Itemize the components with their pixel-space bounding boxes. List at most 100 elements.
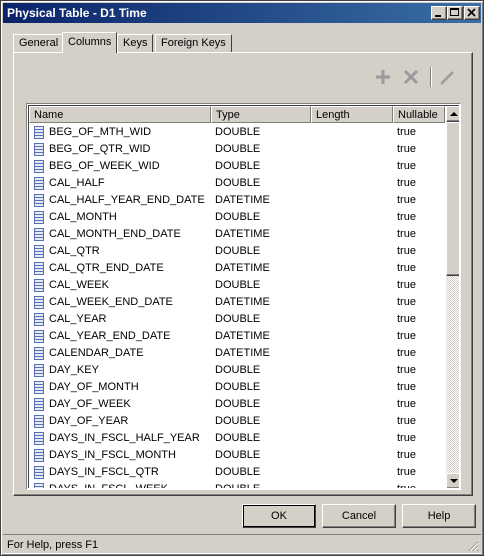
columns-grid[interactable]: Name Type Length Nullable BEG_OF_MTH_WID… — [26, 103, 461, 490]
table-row[interactable]: CAL_WEEK_END_DATE DATETIME true — [29, 294, 445, 311]
cell-type: DATETIME — [215, 228, 270, 240]
tab-columns[interactable]: Columns — [62, 32, 118, 53]
header-nullable[interactable]: Nullable — [393, 106, 445, 123]
cell-nullable: true — [397, 262, 416, 274]
ok-button[interactable]: OK — [242, 504, 316, 528]
status-bar: For Help, press F1 — [3, 534, 481, 554]
table-row[interactable]: DAYS_IN_FSCL_WEEK DOUBLE true — [29, 481, 445, 488]
cell-nullable: true — [397, 228, 416, 240]
table-row[interactable]: CAL_YEAR_END_DATE DATETIME true — [29, 328, 445, 345]
column-icon — [34, 296, 44, 309]
tab-keys[interactable]: Keys — [117, 34, 154, 52]
cell-name: CAL_QTR_END_DATE — [49, 262, 164, 274]
table-row[interactable]: CAL_MONTH DOUBLE true — [29, 209, 445, 226]
cell-name: DAYS_IN_FSCL_WEEK — [49, 483, 209, 488]
cell-nullable: true — [397, 194, 416, 206]
cell-type: DOUBLE — [215, 415, 261, 427]
table-row[interactable]: CAL_HALF DOUBLE true — [29, 175, 445, 192]
resize-grip-icon[interactable] — [467, 540, 479, 552]
column-icon — [34, 398, 44, 411]
minimize-button[interactable] — [431, 6, 447, 20]
cell-nullable: true — [397, 296, 416, 308]
header-length[interactable]: Length — [311, 106, 393, 123]
header-type[interactable]: Type — [211, 106, 311, 123]
table-row[interactable]: CALENDAR_DATE DATETIME true — [29, 345, 445, 362]
table-row[interactable]: CAL_QTR DOUBLE true — [29, 243, 445, 260]
table-row[interactable]: BEG_OF_MTH_WID DOUBLE true — [29, 124, 445, 141]
column-icon — [34, 347, 44, 360]
scroll-thumb[interactable] — [446, 122, 459, 276]
table-row[interactable]: CAL_YEAR DOUBLE true — [29, 311, 445, 328]
cell-name: CAL_YEAR — [49, 313, 107, 325]
cell-name: DAY_OF_YEAR — [49, 415, 129, 427]
cell-nullable: true — [397, 466, 416, 478]
title-bar[interactable]: Physical Table - D1 Time — [3, 3, 481, 23]
cell-type: DOUBLE — [215, 313, 261, 325]
cancel-button[interactable]: Cancel — [322, 504, 396, 528]
cell-nullable: true — [397, 449, 416, 461]
cell-name: BEG_OF_QTR_WID — [49, 143, 151, 155]
cell-type: DOUBLE — [215, 211, 261, 223]
table-row[interactable]: DAYS_IN_FSCL_QTR DOUBLE true — [29, 464, 445, 481]
cell-type: DOUBLE — [215, 245, 261, 257]
status-text: For Help, press F1 — [7, 539, 99, 551]
cell-type: DOUBLE — [215, 126, 261, 138]
cell-nullable: true — [397, 160, 416, 172]
add-column-button[interactable] — [373, 67, 393, 87]
cell-type: DOUBLE — [215, 177, 261, 189]
column-icon — [34, 313, 44, 326]
table-row[interactable]: DAY_OF_MONTH DOUBLE true — [29, 379, 445, 396]
minimize-icon — [435, 15, 441, 17]
physical-table-dialog: Physical Table - D1 Time General Columns… — [0, 0, 484, 556]
tab-general[interactable]: General — [13, 34, 65, 52]
cell-type: DOUBLE — [215, 449, 261, 461]
maximize-button[interactable] — [447, 6, 463, 20]
edit-column-button[interactable] — [438, 67, 458, 87]
table-row[interactable]: CAL_WEEK DOUBLE true — [29, 277, 445, 294]
cell-type: DOUBLE — [215, 398, 261, 410]
table-row[interactable]: BEG_OF_WEEK_WID DOUBLE true — [29, 158, 445, 175]
cell-nullable: true — [397, 211, 416, 223]
help-button[interactable]: Help — [402, 504, 476, 528]
scroll-down-button[interactable] — [446, 473, 459, 488]
table-row[interactable]: CAL_QTR_END_DATE DATETIME true — [29, 260, 445, 277]
cell-nullable: true — [397, 398, 416, 410]
vertical-scrollbar[interactable] — [446, 106, 459, 488]
x-icon — [403, 69, 419, 85]
cell-type: DOUBLE — [215, 143, 261, 155]
cell-nullable: true — [397, 330, 416, 342]
cell-nullable: true — [397, 415, 416, 427]
maximize-icon — [450, 8, 459, 16]
plus-icon — [376, 70, 390, 84]
delete-column-button[interactable] — [401, 67, 421, 87]
tab-foreign-keys[interactable]: Foreign Keys — [155, 34, 232, 52]
column-icon — [34, 211, 44, 224]
scroll-up-button[interactable] — [446, 106, 459, 122]
table-row[interactable]: CAL_HALF_YEAR_END_DATE DATETIME true — [29, 192, 445, 209]
cell-name: DAYS_IN_FSCL_QTR — [49, 466, 159, 478]
cell-name: CAL_HALF_YEAR_END_DATE — [49, 194, 205, 206]
cell-name: BEG_OF_WEEK_WID — [49, 160, 160, 172]
header-name[interactable]: Name — [29, 106, 211, 123]
column-icon — [34, 415, 44, 428]
table-row[interactable]: CAL_MONTH_END_DATE DATETIME true — [29, 226, 445, 243]
column-icon — [34, 279, 44, 292]
table-row[interactable]: DAY_OF_WEEK DOUBLE true — [29, 396, 445, 413]
cell-type: DATETIME — [215, 194, 270, 206]
cell-type: DATETIME — [215, 330, 270, 342]
cell-name: CALENDAR_DATE — [49, 347, 144, 359]
cell-name: DAY_OF_WEEK — [49, 398, 131, 410]
cell-name: CAL_YEAR_END_DATE — [49, 330, 171, 342]
cell-type: DATETIME — [215, 262, 270, 274]
table-row[interactable]: DAYS_IN_FSCL_MONTH DOUBLE true — [29, 447, 445, 464]
table-row[interactable]: BEG_OF_QTR_WID DOUBLE true — [29, 141, 445, 158]
column-icon — [34, 194, 44, 207]
close-button[interactable] — [464, 6, 480, 20]
table-row[interactable]: DAY_KEY DOUBLE true — [29, 362, 445, 379]
table-row[interactable]: DAYS_IN_FSCL_HALF_YEAR DOUBLE true — [29, 430, 445, 447]
table-row[interactable]: DAY_OF_YEAR DOUBLE true — [29, 413, 445, 430]
grid-header: Name Type Length Nullable — [29, 106, 445, 123]
column-icon — [34, 364, 44, 377]
close-icon — [467, 8, 476, 17]
toolbar-separator — [430, 67, 432, 87]
